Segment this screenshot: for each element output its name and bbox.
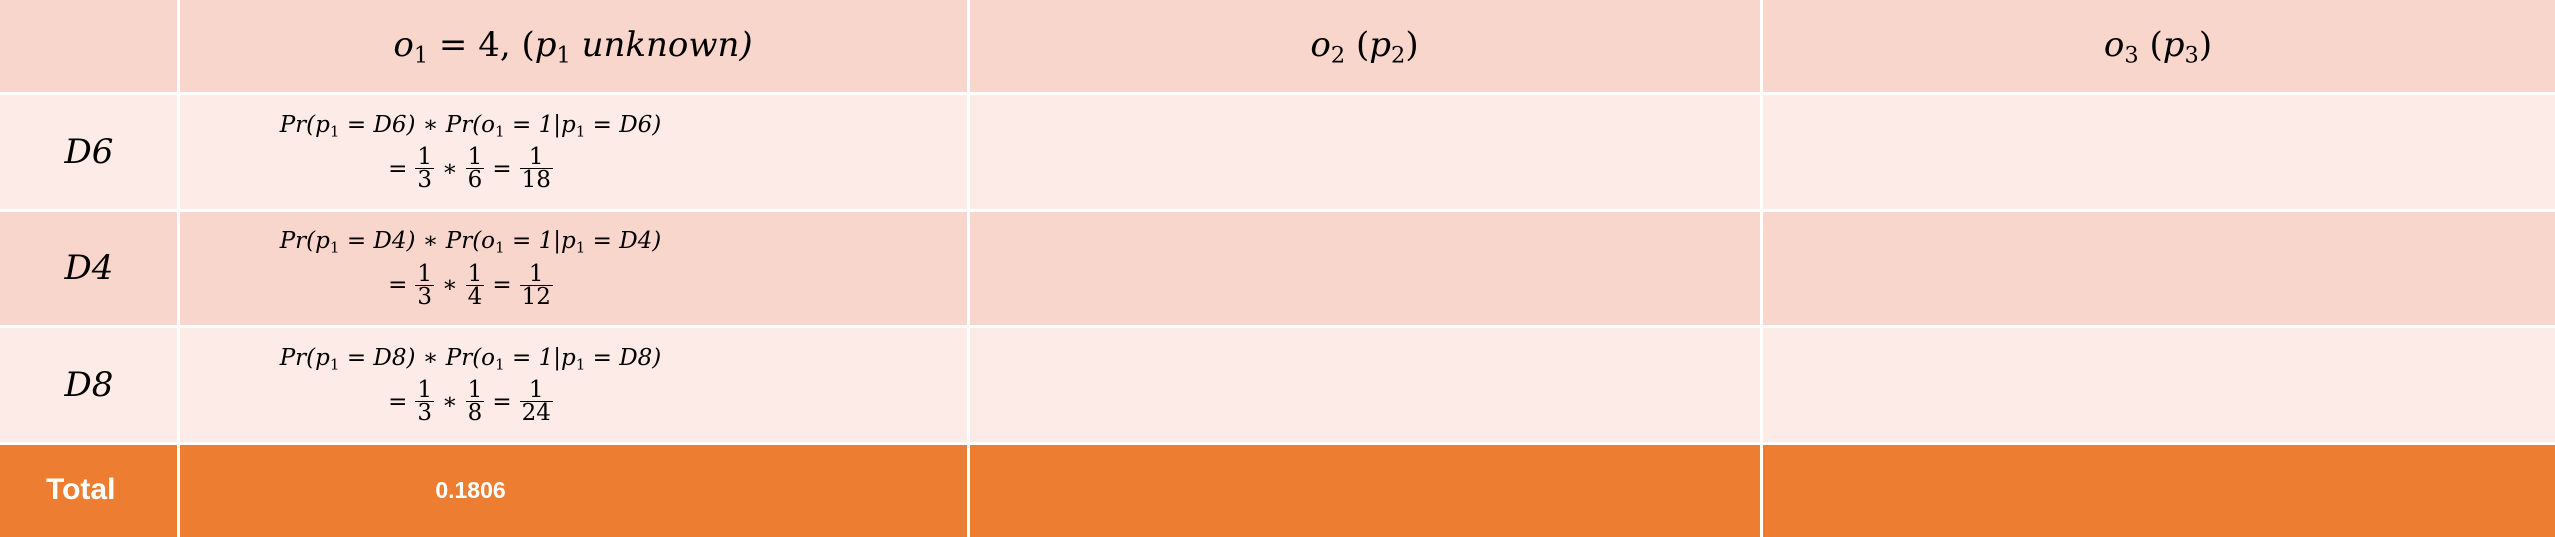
formula-cell-d4: Pr(p1 = D4) ∗ Pr(o1 = 1|p1 = D4) = 13 ∗ … — [178, 210, 968, 326]
fraction-result: 1 18 — [519, 144, 553, 194]
header-cell-o1: o1 = 4, (p1 unknown) — [178, 0, 968, 93]
header-o1-label: o1 = 4, (p1 unknown) — [393, 24, 753, 69]
header-corner-cell — [0, 0, 178, 93]
fraction-result: 1 12 — [519, 260, 553, 310]
header-cell-o2: o2 (p2) — [968, 0, 1761, 93]
fraction-prior: 13 — [415, 144, 435, 194]
cell-d8-o3 — [1761, 326, 2555, 443]
formula-d4: Pr(p1 = D4) ∗ Pr(o1 = 1|p1 = D4) = 13 ∗ … — [178, 210, 763, 326]
grid-line-horizontal — [0, 92, 2555, 95]
probability-table: o1 = 4, (p1 unknown) o2 (p2) o3 (p3) D6 … — [0, 0, 2555, 537]
formula-d8-line2: = 13 ∗ 18 = 1 24 — [388, 377, 553, 427]
fraction-prior: 13 — [415, 377, 435, 427]
row-label-d8: D8 — [64, 364, 114, 405]
formula-d6: Pr(p1 = D6) ∗ Pr(o1 = 1|p1 = D6) = 13 ∗ … — [178, 93, 763, 210]
formula-cell-d8: Pr(p1 = D8) ∗ Pr(o1 = 1|p1 = D8) = 13 ∗ … — [178, 326, 968, 443]
grid-line-horizontal — [0, 209, 2555, 212]
fraction-likelihood: 18 — [465, 377, 485, 427]
row-label-cell-d6: D6 — [0, 93, 178, 210]
formula-d4-line2: = 13 ∗ 14 = 1 12 — [388, 260, 553, 310]
cell-d4-o3 — [1761, 210, 2555, 326]
header-cell-o3: o3 (p3) — [1761, 0, 2555, 93]
row-label-d4: D4 — [64, 248, 114, 288]
cell-d8-o2 — [968, 326, 1761, 443]
total-cell-o3 — [1761, 443, 2555, 537]
row-label-cell-d4: D4 — [0, 210, 178, 326]
formula-d6-line2: = 13 ∗ 16 = 1 18 — [388, 144, 553, 194]
header-o2-label: o2 (p2) — [1310, 24, 1419, 69]
fraction-result: 1 24 — [519, 377, 553, 427]
grid-line-horizontal — [0, 442, 2555, 445]
total-value: 0.1806 — [435, 476, 506, 503]
fraction-likelihood: 16 — [465, 144, 485, 194]
formula-d8-line1: Pr(p1 = D8) ∗ Pr(o1 = 1|p1 = D8) — [279, 344, 662, 374]
total-value-cell: 0.1806 — [178, 443, 968, 537]
formula-cell-d6: Pr(p1 = D6) ∗ Pr(o1 = 1|p1 = D6) = 13 ∗ … — [178, 93, 968, 210]
grid-line-vertical — [177, 0, 180, 537]
fraction-likelihood: 14 — [465, 260, 485, 310]
cell-d4-o2 — [968, 210, 1761, 326]
grid-line-horizontal — [0, 325, 2555, 328]
header-o3-label: o3 (p3) — [2103, 24, 2213, 69]
formula-d4-line1: Pr(p1 = D4) ∗ Pr(o1 = 1|p1 = D4) — [279, 228, 662, 257]
total-label-cell: Total — [0, 443, 178, 537]
total-label: Total — [46, 473, 116, 506]
row-label-d6: D6 — [64, 131, 114, 172]
formula-d6-line1: Pr(p1 = D6) ∗ Pr(o1 = 1|p1 = D6) — [279, 111, 662, 141]
total-cell-o2 — [968, 443, 1761, 537]
formula-d8: Pr(p1 = D8) ∗ Pr(o1 = 1|p1 = D8) = 13 ∗ … — [178, 326, 763, 443]
cell-d6-o2 — [968, 93, 1761, 210]
row-label-cell-d8: D8 — [0, 326, 178, 443]
cell-d6-o3 — [1761, 93, 2555, 210]
grid-line-vertical — [967, 0, 970, 537]
grid-line-vertical — [1760, 0, 1763, 537]
fraction-prior: 13 — [415, 260, 435, 310]
